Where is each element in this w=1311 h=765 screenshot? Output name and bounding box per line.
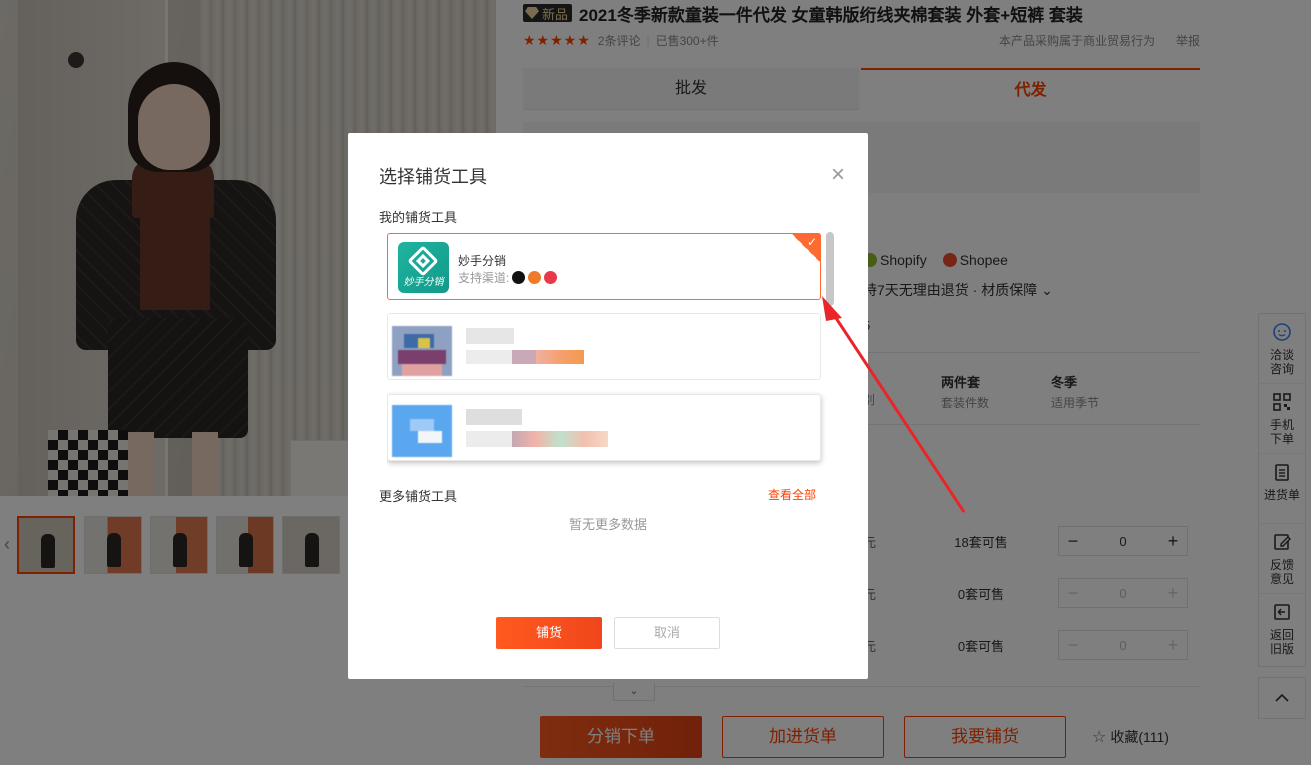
arrow-shaft <box>830 311 966 513</box>
annotation-arrow <box>822 296 966 513</box>
arrow-head <box>822 296 842 321</box>
